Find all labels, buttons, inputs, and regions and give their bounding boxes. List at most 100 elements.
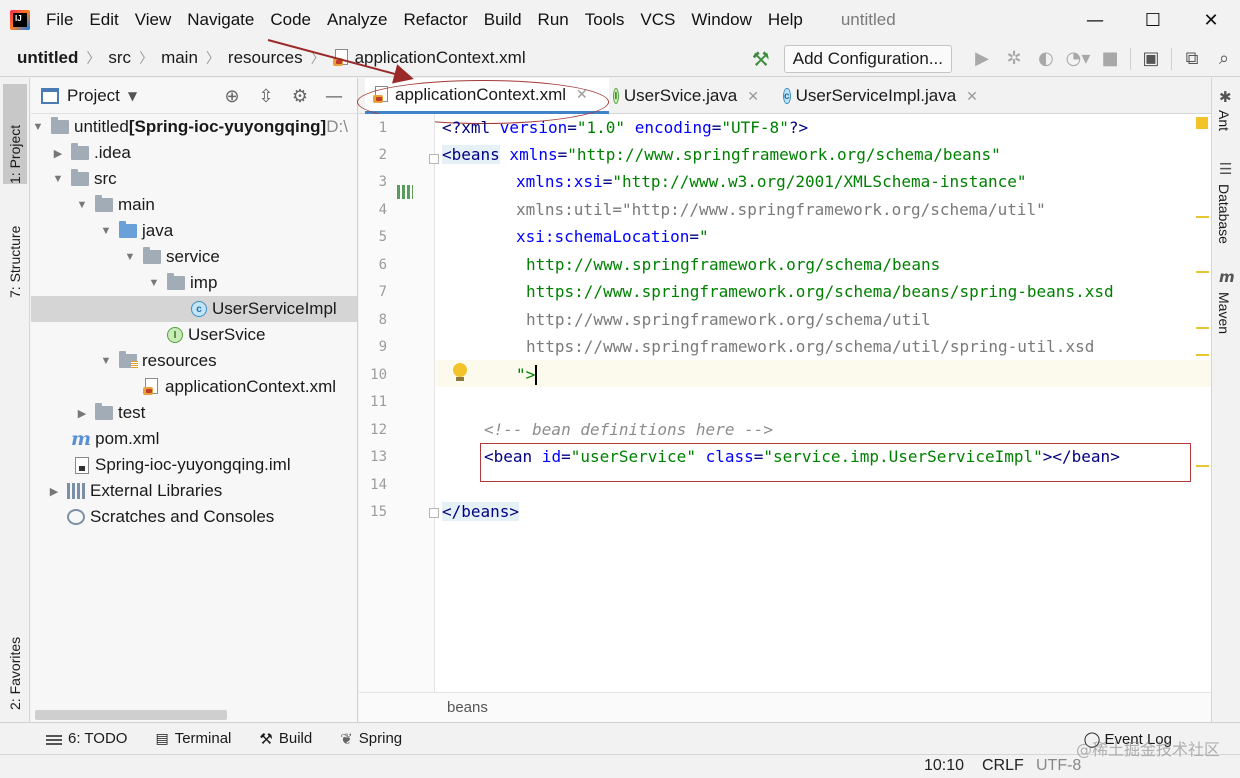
- run-icon[interactable]: ▶: [966, 48, 998, 69]
- close-tab-icon[interactable]: ✕: [966, 88, 978, 105]
- menu-window[interactable]: Window: [691, 10, 751, 30]
- code-line-15[interactable]: </beans>: [442, 498, 520, 525]
- tab-userserviceimpl-java[interactable]: c UserServiceImpl.java ✕: [775, 78, 985, 114]
- horizontal-scrollbar[interactable]: [35, 710, 227, 720]
- lightbulb-icon[interactable]: [453, 363, 467, 381]
- expand-arrow-icon[interactable]: ▼: [75, 199, 89, 211]
- breadcrumb-resources[interactable]: resources: [228, 48, 303, 68]
- tree-item-resources[interactable]: ▼ resources: [31, 348, 357, 374]
- breadcrumb-src[interactable]: src: [108, 48, 131, 68]
- tree-item-main[interactable]: ▼ main: [31, 192, 357, 218]
- tree-item-usersvice[interactable]: I UserSvice: [31, 322, 357, 348]
- code-line-12[interactable]: <!-- bean definitions here -->: [442, 416, 773, 443]
- tree-item-test[interactable]: ▶ test: [31, 400, 357, 426]
- code-line-4[interactable]: xmlns:util="http://www.springframework.o…: [442, 196, 1046, 223]
- tab-usersvice-java[interactable]: I UserSvice.java ✕: [605, 78, 767, 114]
- warning-indicator-icon[interactable]: [1196, 117, 1208, 129]
- tree-item-service[interactable]: ▼ service: [31, 244, 357, 270]
- gear-icon[interactable]: ⚙: [283, 86, 317, 107]
- terminal-tool-button[interactable]: ▤ Terminal: [155, 730, 231, 747]
- tree-item-imp[interactable]: ▼ imp: [31, 270, 357, 296]
- collapse-arrow-icon[interactable]: ▶: [47, 485, 61, 498]
- menu-file[interactable]: File: [46, 10, 73, 30]
- profile-icon[interactable]: ◔▾: [1062, 48, 1094, 69]
- hide-icon[interactable]: —: [317, 86, 351, 107]
- code-line-13[interactable]: <bean id = "userService" class = "service.im…: [442, 443, 1120, 470]
- code-line-8[interactable]: http://www.springframework.org/schema/ut…: [442, 306, 931, 333]
- code-line-2[interactable]: <beans xmlns = "http://www.springframework…: [442, 141, 1001, 168]
- project-panel-title[interactable]: Project: [67, 86, 120, 106]
- maximize-button[interactable]: ☐: [1124, 0, 1182, 40]
- close-tab-icon[interactable]: ✕: [747, 88, 759, 105]
- tree-item-pom[interactable]: m pom.xml: [31, 426, 357, 452]
- code-line-7[interactable]: https://www.springframework.org/schema/b…: [442, 278, 1114, 305]
- project-structure-icon[interactable]: ▣: [1135, 48, 1167, 69]
- expand-arrow-icon[interactable]: ▼: [123, 251, 137, 263]
- coverage-icon[interactable]: ◐: [1030, 48, 1062, 69]
- collapse-arrow-icon[interactable]: ▶: [51, 147, 65, 160]
- tree-item-java[interactable]: ▼ java: [31, 218, 357, 244]
- breadcrumb-file[interactable]: applicationContext.xml: [332, 48, 526, 68]
- tree-item-iml[interactable]: Spring-ioc-yuyongqing.iml: [31, 452, 357, 478]
- debug-icon[interactable]: ✲: [998, 48, 1030, 69]
- build-tool-button[interactable]: ⚒ Build: [259, 730, 312, 748]
- hammer-icon[interactable]: ⚒: [752, 47, 770, 71]
- warning-stripe-marker[interactable]: [1196, 465, 1209, 467]
- line-separator[interactable]: CRLF: [982, 757, 1024, 775]
- tab-favorites-tool[interactable]: 2: Favorites: [3, 606, 27, 710]
- code-line-1[interactable]: <?xml version = "1.0" encoding = "UTF-8" ?>: [442, 114, 808, 141]
- stop-icon[interactable]: ■: [1094, 48, 1126, 69]
- warning-stripe-marker[interactable]: [1196, 216, 1209, 218]
- tree-item-untitled[interactable]: ▼ untitled [Spring-ioc-yuyongqing] D:\: [31, 114, 357, 140]
- add-configuration-button[interactable]: Add Configuration...: [783, 44, 952, 73]
- tab-applicationcontext-xml[interactable]: applicationContext.xml ✕: [365, 78, 609, 114]
- tree-item-src[interactable]: ▼ src: [31, 166, 357, 192]
- menu-tools[interactable]: Tools: [585, 10, 625, 30]
- tree-item-external-libraries[interactable]: ▶ External Libraries: [31, 478, 357, 504]
- search-icon[interactable]: ⌕: [1208, 48, 1240, 69]
- editor-breadcrumb[interactable]: beans: [447, 699, 488, 716]
- tree-item-idea[interactable]: ▶ .idea: [31, 140, 357, 166]
- expand-arrow-icon[interactable]: ▼: [99, 225, 113, 237]
- close-tab-icon[interactable]: ✕: [576, 86, 588, 103]
- expand-arrow-icon[interactable]: ▼: [31, 121, 45, 133]
- menu-vcs[interactable]: VCS: [640, 10, 675, 30]
- expand-arrow-icon[interactable]: ▼: [147, 277, 161, 289]
- fold-marker-icon[interactable]: [429, 154, 439, 164]
- expand-arrow-icon[interactable]: ▼: [99, 355, 113, 367]
- todo-tool-button[interactable]: 6: TODO: [46, 730, 127, 747]
- menu-help[interactable]: Help: [768, 10, 803, 30]
- caret-down-icon[interactable]: ▼: [128, 89, 137, 103]
- code-line-9[interactable]: https://www.springframework.org/schema/u…: [442, 333, 1094, 360]
- collapse-all-icon[interactable]: ⇳: [249, 86, 283, 107]
- tree-item-userserviceimpl[interactable]: c UserServiceImpl: [31, 296, 357, 322]
- collapse-arrow-icon[interactable]: ▶: [75, 407, 89, 420]
- menu-view[interactable]: View: [135, 10, 172, 30]
- spring-beans-gutter-icon[interactable]: [397, 185, 413, 199]
- menu-code[interactable]: Code: [270, 10, 311, 30]
- menu-analyze[interactable]: Analyze: [327, 10, 387, 30]
- spring-tool-button[interactable]: ❦ Spring: [340, 730, 402, 748]
- presentation-icon[interactable]: ⧉: [1176, 48, 1208, 69]
- tab-maven[interactable]: Maven: [1216, 292, 1232, 334]
- warning-stripe-marker[interactable]: [1196, 354, 1209, 356]
- menu-edit[interactable]: Edit: [89, 10, 118, 30]
- breadcrumb-untitled[interactable]: untitled: [17, 48, 78, 68]
- tree-item-scratches[interactable]: Scratches and Consoles: [31, 504, 357, 530]
- menu-build[interactable]: Build: [484, 10, 522, 30]
- tab-structure-tool[interactable]: 7: Structure: [3, 198, 27, 298]
- code-line-3[interactable]: xmlns:xsi = "http://www.w3.org/2001/XMLSch…: [442, 168, 1027, 195]
- file-encoding[interactable]: UTF-8: [1036, 757, 1081, 775]
- tab-project-tool[interactable]: 1: Project: [3, 84, 27, 184]
- caret-position[interactable]: 10:10: [924, 757, 964, 775]
- tab-database[interactable]: Database: [1216, 184, 1232, 244]
- breadcrumb-main[interactable]: main: [161, 48, 198, 68]
- close-button[interactable]: ✕: [1182, 0, 1240, 40]
- menu-refactor[interactable]: Refactor: [403, 10, 467, 30]
- tab-ant[interactable]: Ant: [1216, 110, 1232, 131]
- fold-marker-icon[interactable]: [429, 508, 439, 518]
- menu-run[interactable]: Run: [538, 10, 569, 30]
- expand-arrow-icon[interactable]: ▼: [51, 173, 65, 185]
- locate-icon[interactable]: ⊕: [215, 86, 249, 107]
- tree-item-applicationcontext[interactable]: applicationContext.xml: [31, 374, 357, 400]
